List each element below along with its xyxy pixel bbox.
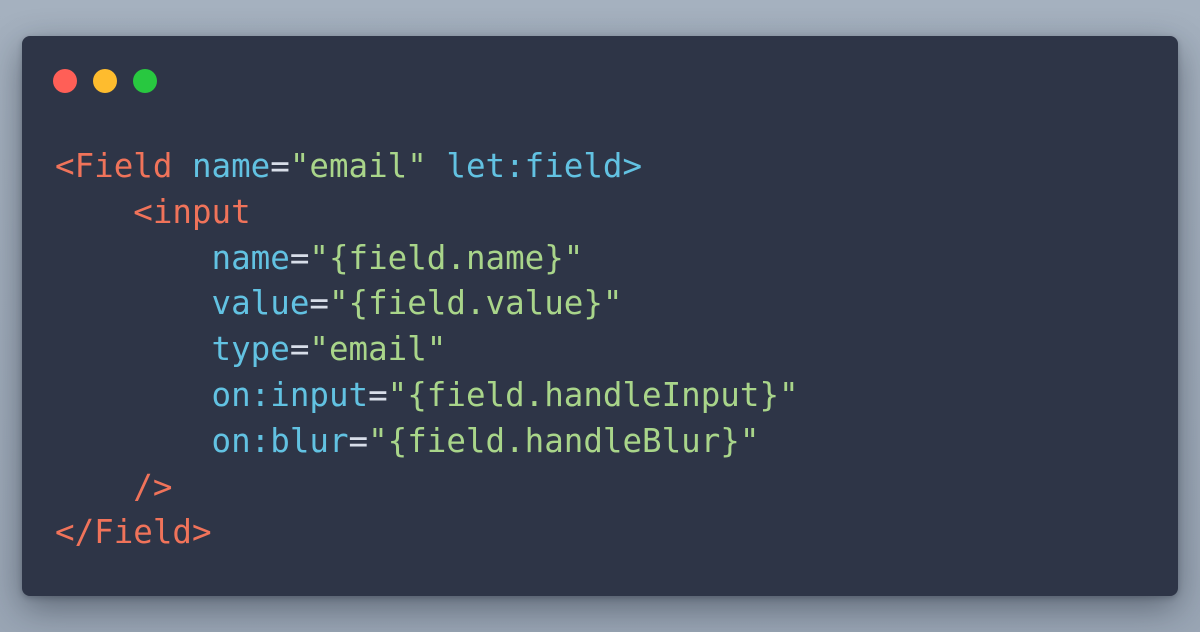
code-token-attribute: > [622, 147, 643, 185]
minimize-button[interactable] [93, 69, 117, 93]
code-line: <Field name="email" let:field> [55, 144, 799, 190]
maximize-button[interactable] [133, 69, 157, 93]
code-token-attribute: let:field [446, 147, 623, 185]
code-token-equals: = [368, 375, 388, 414]
code-token-string: "email" [309, 330, 447, 369]
code-line: type="email" [55, 327, 799, 373]
code-token-string: "email" [289, 147, 427, 185]
code-token-attribute: on:blur [211, 421, 349, 460]
code-token-attribute: type [211, 330, 290, 369]
code-window: <Field name="email" let:field> <input na… [22, 36, 1178, 596]
code-token-string: "{field.handleBlur}" [368, 421, 760, 460]
code-token-string: "{field.name}" [309, 238, 584, 277]
close-button[interactable] [53, 69, 77, 93]
window-controls [53, 69, 157, 93]
code-token-attribute: name [191, 147, 271, 185]
code-block: <Field name="email" let:field> <input na… [55, 144, 799, 556]
code-token-attribute: value [211, 284, 310, 323]
code-line: name="{field.name}" [55, 236, 799, 282]
code-token-string: "{field.value}" [328, 284, 623, 323]
code-token-attribute: name [211, 238, 290, 277]
code-line: <input [55, 190, 799, 236]
code-token-equals: = [289, 238, 310, 277]
code-line: </Field> [55, 510, 799, 556]
code-token-equals: = [348, 421, 369, 460]
code-token-equals: = [289, 330, 310, 369]
code-line: /> [55, 465, 799, 511]
code-token-tag: <input [133, 192, 251, 231]
code-token-equals: = [270, 147, 290, 185]
code-token-equals: = [309, 284, 329, 323]
code-token-attribute: on:input [211, 375, 369, 414]
code-token-tag: /> [133, 467, 173, 506]
code-token-string: "{field.handleInput}" [387, 375, 799, 414]
code-token-tag: <Field [55, 147, 173, 185]
code-token-tag: </Field> [55, 513, 212, 552]
code-line: on:input="{field.handleInput}" [55, 373, 799, 419]
code-line: value="{field.value}" [55, 281, 799, 327]
code-line: on:blur="{field.handleBlur}" [55, 419, 799, 465]
